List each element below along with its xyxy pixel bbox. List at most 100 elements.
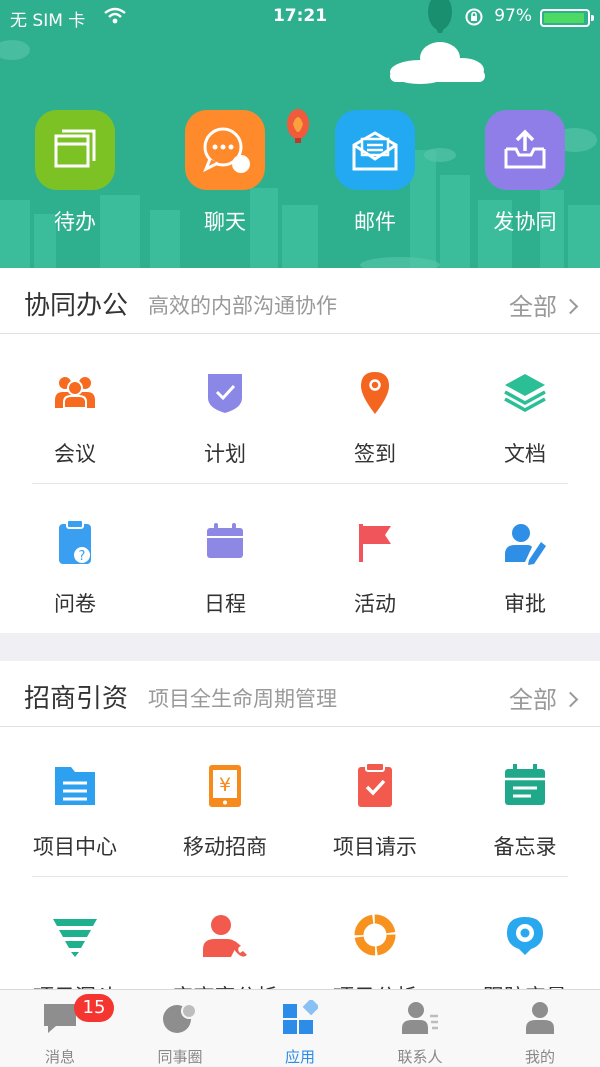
todo-icon: [35, 110, 115, 190]
app-customer-analysis[interactable]: 实商客分析: [150, 877, 300, 989]
svg-text:¥: ¥: [219, 774, 231, 796]
app-label: 活动: [354, 592, 396, 616]
approval-icon: [505, 524, 546, 565]
app-project-request[interactable]: 项目请示: [300, 727, 450, 877]
app-label: 签到: [354, 442, 396, 466]
flag-icon: [359, 524, 391, 562]
view-all-label: 全部: [509, 293, 557, 321]
quick-action-label: 聊天: [204, 210, 246, 234]
app-project-center[interactable]: 项目中心: [0, 727, 150, 877]
tab-messages[interactable]: 15 消息: [0, 990, 120, 1067]
plan-icon: [208, 374, 242, 413]
quick-action-mail[interactable]: 邮件: [315, 110, 435, 236]
app-label: 项目漏斗: [0, 981, 150, 989]
app-label: 会议: [54, 442, 96, 466]
clipboard-check-icon: [358, 762, 392, 807]
app-label: 移动招商: [183, 835, 267, 859]
app-plan[interactable]: 计划: [150, 334, 300, 484]
grid-row: 项目漏斗 实商客分析 项目分析 跟踪定量: [0, 877, 600, 989]
app-label: 项目分析: [300, 981, 450, 989]
view-all-link[interactable]: 全部: [509, 287, 579, 322]
tab-moments[interactable]: 同事圈: [120, 990, 240, 1067]
donut-icon: [354, 914, 396, 956]
grid-row: 会议 计划 签到 文档: [0, 334, 600, 484]
app-label: 文档: [504, 442, 546, 466]
app-label: 项目请示: [333, 835, 417, 859]
app-label: 项目中心: [33, 835, 117, 859]
app-label: 计划: [204, 442, 246, 466]
rotation-lock-icon: [465, 8, 483, 26]
upload-inbox-icon: [485, 110, 565, 190]
tab-label: 应用: [284, 1048, 315, 1066]
app-label: 跟踪定量: [450, 981, 600, 989]
quick-action-label: 发协同: [493, 210, 557, 234]
tab-profile[interactable]: 我的: [480, 990, 600, 1067]
quick-action-label: 待办: [54, 210, 96, 234]
quick-action-todo[interactable]: 待办: [15, 110, 135, 236]
message-icon: [44, 1004, 76, 1033]
app-label: 审批: [504, 592, 546, 616]
battery-percent: 97%: [494, 6, 532, 26]
folder-list-icon: [55, 767, 95, 805]
tab-label: 我的: [524, 1048, 555, 1066]
svg-text:?: ?: [79, 549, 86, 564]
app-tracking[interactable]: 跟踪定量: [450, 877, 600, 989]
app-project-funnel[interactable]: 项目漏斗: [0, 877, 150, 989]
view-all-link[interactable]: 全部: [509, 680, 579, 715]
quick-action-chat[interactable]: 聊天: [165, 110, 285, 236]
funnel-icon: [53, 919, 97, 957]
section-subtitle: 项目全生命周期管理: [148, 687, 337, 711]
section-header: 协同办公 高效的内部沟通协作 全部: [0, 268, 600, 334]
chevron-right-icon: [562, 298, 579, 315]
grid-row: 项目中心 ¥ 移动招商 项目请示 备忘录: [0, 727, 600, 877]
apps-icon: [283, 1000, 318, 1034]
meeting-icon: [55, 377, 95, 409]
header-banner: 无 SIM 卡 17:21 97% 待办 聊天 邮件 发协同: [0, 0, 600, 268]
moments-icon: [163, 1003, 197, 1033]
app-label: 实商客分析: [150, 981, 300, 989]
app-meeting[interactable]: 会议: [0, 334, 150, 484]
unread-badge: 15: [74, 994, 114, 1022]
quick-action-label: 邮件: [354, 210, 396, 234]
bottom-tab-bar: 15 消息 同事圈 应用 联系人 我的: [0, 989, 600, 1067]
tab-apps[interactable]: 应用: [240, 990, 360, 1067]
tab-label: 联系人: [397, 1048, 443, 1066]
section-title: 招商引资: [24, 684, 129, 714]
app-schedule[interactable]: 日程: [150, 484, 300, 634]
app-checkin[interactable]: 签到: [300, 334, 450, 484]
contacts-icon: [402, 1002, 438, 1034]
grid-row: ? 问卷 日程 活动 审批: [0, 484, 600, 634]
chevron-right-icon: [562, 691, 579, 708]
target-pin-icon: [507, 917, 543, 955]
app-label: 备忘录: [493, 835, 557, 859]
memo-calendar-icon: [505, 764, 545, 805]
tab-label: 同事圈: [157, 1048, 203, 1066]
questionnaire-icon: ?: [59, 519, 91, 564]
app-label: 问卷: [54, 592, 96, 616]
app-approval[interactable]: 审批: [450, 484, 600, 634]
app-project-analysis[interactable]: 项目分析: [300, 877, 450, 989]
app-memo[interactable]: 备忘录: [450, 727, 600, 877]
section-collaboration: 协同办公 高效的内部沟通协作 全部 会议 计划 签到 文档 ? 问卷 日程 活动…: [0, 268, 600, 633]
battery-icon: [540, 9, 594, 27]
mail-icon: [335, 110, 415, 190]
section-investment: 招商引资 项目全生命周期管理 全部 项目中心 ¥ 移动招商 项目请示 备忘录 项…: [0, 661, 600, 989]
section-title: 协同办公: [24, 291, 129, 321]
mobile-yen-icon: ¥: [209, 765, 241, 807]
tab-contacts[interactable]: 联系人: [360, 990, 480, 1067]
quick-action-new-collab[interactable]: 发协同: [465, 110, 585, 236]
view-all-label: 全部: [509, 686, 557, 714]
app-label: 日程: [204, 592, 246, 616]
calendar-icon: [207, 523, 243, 558]
app-mobile-investment[interactable]: ¥ 移动招商: [150, 727, 300, 877]
contact-phone-icon: [203, 915, 247, 957]
status-bar: 无 SIM 卡 17:21 97%: [0, 0, 600, 34]
profile-icon: [526, 1002, 554, 1034]
app-questionnaire[interactable]: ? 问卷: [0, 484, 150, 634]
section-header: 招商引资 项目全生命周期管理 全部: [0, 661, 600, 727]
layers-icon: [504, 374, 546, 412]
app-activity[interactable]: 活动: [300, 484, 450, 634]
chat-icon: [185, 110, 265, 190]
tab-label: 消息: [44, 1048, 75, 1066]
app-documents[interactable]: 文档: [450, 334, 600, 484]
